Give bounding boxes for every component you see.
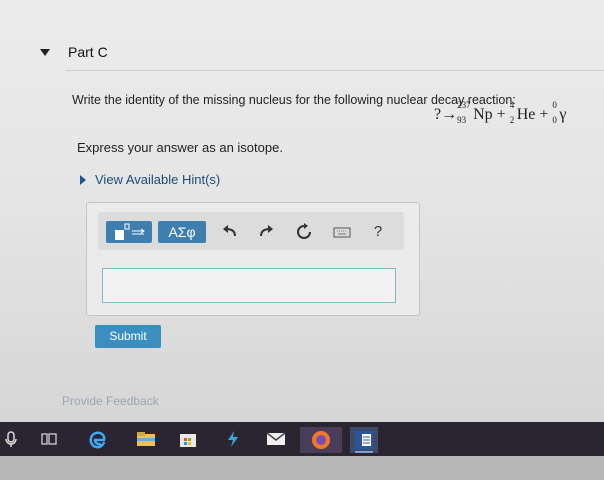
reset-icon[interactable] [294,222,314,248]
submit-button[interactable]: Submit [95,325,161,348]
np-symbol: Np [473,106,493,123]
part-header[interactable]: Part C [40,44,108,60]
firefox-taskbar-button[interactable] [300,427,342,453]
np-mass-number: 237 [457,100,471,110]
np-nucleus: 237 93 Np [457,100,493,125]
word-taskbar-button[interactable] [350,427,378,453]
template-icon [115,223,145,240]
question-text: Write the identity of the missing nucleu… [72,93,516,107]
monitor-bezel [0,456,604,480]
microphone-icon[interactable] [2,430,20,448]
greek-symbols-button[interactable]: ΑΣφ [158,221,206,243]
redo-icon[interactable] [256,222,276,248]
keyboard-icon[interactable] [332,222,352,248]
app-lightning-icon[interactable] [224,430,242,448]
instruction-text: Express your answer as an isotope. [77,140,283,155]
gamma-symbol: γ [559,106,567,123]
taskbar [0,422,604,456]
gamma-particle: 0 0γ [552,100,567,125]
store-icon[interactable] [178,430,196,448]
collapse-triangle-icon[interactable] [40,48,50,56]
decay-equation: ?→ 237 93 Np + 4 2 He + 00γ [434,100,567,125]
file-explorer-icon[interactable] [136,430,155,448]
np-atomic-number: 93 [457,115,467,125]
view-hints-label: View Available Hint(s) [95,172,221,187]
provide-feedback-link[interactable]: Provide Feedback [62,394,159,408]
math-toolbar: ΑΣφ ? [98,212,404,250]
part-title: Part C [68,44,108,60]
gamma-mass-number: 0 [552,100,557,110]
he-atomic-number: 2 [509,115,515,125]
answer-input[interactable] [102,268,396,303]
undo-icon[interactable] [220,222,240,248]
view-hints-link[interactable]: View Available Hint(s) [80,172,220,187]
arrow-icon: → [441,106,458,123]
mail-icon[interactable] [266,430,286,448]
he-nucleus: 4 2 He [509,100,536,125]
he-mass-number: 4 [509,100,515,110]
part-divider [66,70,604,71]
plus-sign: + [539,106,549,123]
edge-browser-icon[interactable] [88,430,106,449]
help-icon[interactable]: ? [368,222,388,242]
task-view-icon[interactable] [40,430,58,448]
gamma-atomic-number: 0 [552,115,557,125]
template-button[interactable] [106,221,152,243]
plus-sign: + [496,106,506,123]
he-symbol: He [516,106,536,123]
expand-triangle-icon [80,174,86,185]
page: Part C Write the identity of the missing… [0,0,604,422]
